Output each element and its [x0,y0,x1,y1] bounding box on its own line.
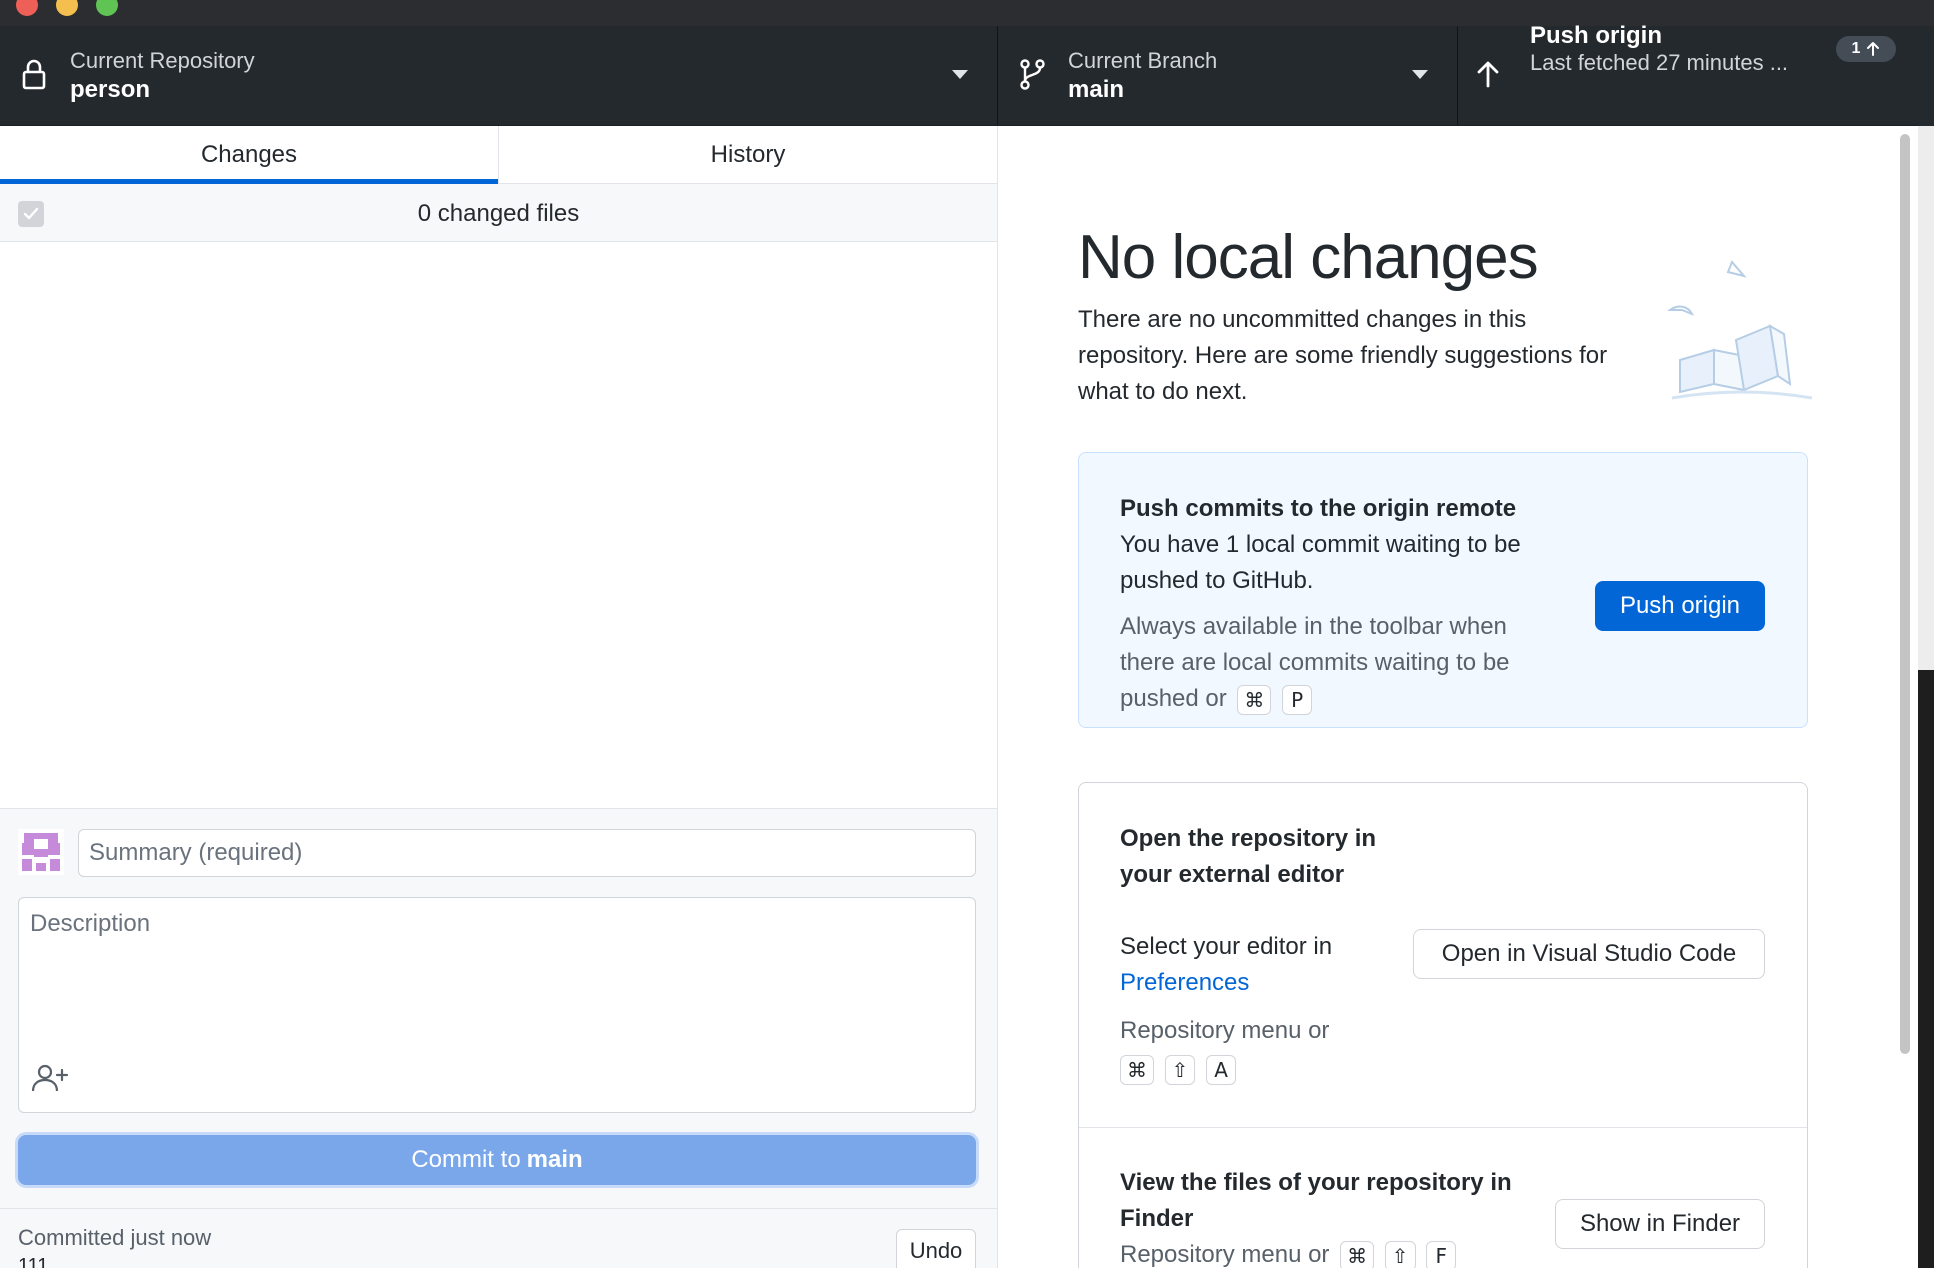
command-key-icon: ⌘ [1237,684,1272,715]
scrollbar-thumb[interactable] [1900,134,1910,1054]
finder-card-hint: Repository menu or ⌘ ⇧ F [1120,1237,1540,1268]
ahead-count-badge: 1 [1836,36,1896,62]
close-window-button[interactable] [16,0,38,16]
undo-button[interactable]: Undo [896,1229,976,1268]
ahead-count: 1 [1851,40,1861,57]
sidebar-tabs: Changes History [0,126,997,184]
shift-key-icon: ⇧ [1384,1240,1416,1268]
zoom-window-button[interactable] [96,0,118,16]
chevron-down-icon [1412,70,1428,79]
commit-button[interactable]: Commit to main [18,1135,976,1185]
repository-label: Current Repository [70,48,255,73]
push-commits-card: Push commits to the origin remote You ha… [1078,452,1808,728]
current-repository-dropdown[interactable]: Current Repository person [0,26,998,125]
key-f: F [1426,1240,1457,1268]
changes-sidebar: Changes History 0 changed files Summary … [0,126,998,1268]
push-card-text: You have 1 local commit waiting to be pu… [1120,531,1521,594]
changed-files-count: 0 changed files [417,200,580,227]
description-input[interactable] [19,898,975,1058]
push-origin-title: Push origin [1530,22,1662,49]
tab-history[interactable]: History [498,126,997,183]
committed-label: Committed just now [18,1225,212,1250]
changed-files-header: 0 changed files [0,184,997,242]
arrow-up-icon [1867,42,1880,56]
no-changes-description: There are no uncommitted changes in this… [1078,306,1608,405]
minimize-window-button[interactable] [56,0,78,16]
current-branch-dropdown[interactable]: Current Branch main [998,26,1458,125]
branch-name: main [1068,76,1125,103]
editor-card-text-label: Select your editor in [1120,933,1333,960]
suggestions-card: Open the repository in your external edi… [1078,782,1808,1268]
push-card-hint: Always available in the toolbar when the… [1120,609,1560,717]
command-key-icon: ⌘ [1340,1240,1375,1268]
add-coauthor-button[interactable] [29,1058,71,1098]
key-a: A [1206,1054,1237,1085]
preferences-link[interactable]: Preferences [1120,969,1249,996]
command-key-icon: ⌘ [1120,1054,1154,1085]
description-box [18,897,976,1113]
branch-label: Current Branch [1068,48,1218,73]
push-origin-card-button[interactable]: Push origin [1595,581,1765,631]
editor-card-text: Select your editor in Preferences [1120,929,1380,1001]
tab-changes[interactable]: Changes [0,126,498,184]
editor-card-hint-text: Repository menu or [1120,1017,1330,1044]
push-card-hint-text: Always available in the toolbar when the… [1120,613,1510,712]
last-fetched-text: Last fetched 27 minutes ... [1530,50,1789,75]
chevron-down-icon [952,70,968,79]
scrollbar[interactable] [1898,134,1912,1054]
editor-card-hint: Repository menu or ⌘ ⇧ A [1120,1013,1380,1087]
no-changes-view: No local changes There are no uncommitte… [998,126,1918,1268]
commit-button-prefix: Commit to [411,1146,521,1173]
shift-key-icon: ⇧ [1164,1054,1196,1085]
git-branch-icon [1020,59,1045,90]
person-add-icon [31,1064,69,1092]
arrow-up-icon [1477,61,1499,88]
finder-card-title: View the files of your repository in Fin… [1120,1169,1512,1232]
last-commit-message: 111 [18,1255,49,1268]
open-in-editor-button[interactable]: Open in Visual Studio Code [1413,929,1765,979]
editor-card-title: Open the repository in your external edi… [1120,825,1377,888]
show-in-finder-button[interactable]: Show in Finder [1555,1199,1765,1249]
divider [1079,1127,1807,1128]
push-card-title: Push commits to the origin remote [1120,495,1517,522]
lock-icon [22,59,46,90]
page-title: No local changes [1078,223,1539,292]
commit-message-area: Commit to main [0,808,997,1208]
repository-name: person [70,76,151,103]
last-commit-bar: Committed just now 111 Undo [0,1208,997,1268]
commit-button-branch: main [526,1146,583,1173]
finder-card-hint-text: Repository menu or [1120,1241,1330,1268]
key-p: P [1282,684,1313,715]
avatar [18,829,64,875]
paper-boxes-illustration [1666,260,1813,400]
summary-input[interactable] [78,829,976,877]
background-window-edge [1918,26,1934,1268]
